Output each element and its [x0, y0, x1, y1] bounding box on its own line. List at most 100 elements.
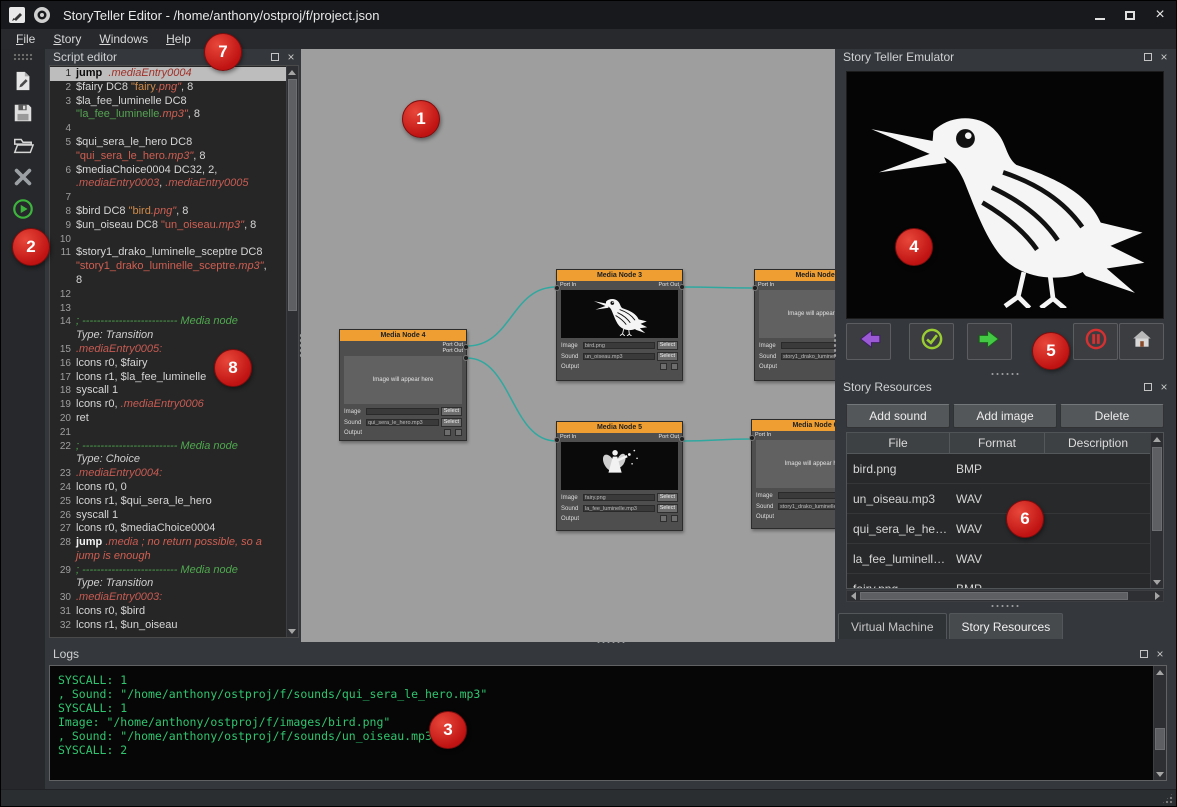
toolbar-open-button[interactable]	[9, 134, 37, 160]
emulator-home-button[interactable]	[1119, 323, 1164, 360]
node-option-icon[interactable]	[660, 515, 667, 522]
node-field-value[interactable]: story1_drako_luminelle_sceptre.mp3	[781, 353, 835, 360]
table-row[interactable]: fairy.pngBMP	[847, 574, 1163, 589]
input-port-dot[interactable]	[554, 437, 560, 443]
node-title[interactable]: Media Node 7	[755, 270, 835, 281]
splitter-handle[interactable]	[990, 604, 1020, 608]
node-field-value[interactable]: story1_drako_luminelle_sceptre.mp3	[778, 503, 835, 510]
script-line[interactable]: 13	[50, 302, 286, 316]
script-line[interactable]: 6$mediaChoice0004 DC32, 2,.mediaEntry000…	[50, 164, 286, 192]
scrollbar-thumb[interactable]	[1152, 447, 1162, 531]
logs-scrollbar[interactable]	[1153, 666, 1166, 780]
toolbar-save-button[interactable]	[9, 102, 37, 128]
script-line[interactable]: 26syscall 1	[50, 509, 286, 523]
node-field-value[interactable]: fairy.png	[583, 494, 655, 501]
resources-table[interactable]: FileFormatDescriptionbird.pngBMPun_oisea…	[846, 432, 1164, 589]
tab-virtual-machine[interactable]: Virtual Machine	[838, 613, 947, 639]
table-header-format[interactable]: Format	[950, 433, 1045, 453]
menu-item-file[interactable]: File	[7, 30, 44, 48]
script-line[interactable]: 10	[50, 233, 286, 247]
script-line[interactable]: 20ret	[50, 412, 286, 426]
float-panel-icon[interactable]	[269, 51, 281, 63]
scroll-up-icon[interactable]	[1151, 433, 1163, 445]
tab-story-resources[interactable]: Story Resources	[949, 613, 1064, 639]
output-port-dot[interactable]	[463, 355, 469, 361]
maximize-button[interactable]	[1118, 4, 1142, 26]
table-header-description[interactable]: Description	[1045, 433, 1152, 453]
menu-item-story[interactable]: Story	[44, 30, 90, 48]
script-line[interactable]: 5$qui_sera_le_hero DC8"qui_sera_le_hero.…	[50, 136, 286, 164]
graph-node[interactable]: Media Node 7Port InImage will appear her…	[754, 269, 835, 381]
node-select-button[interactable]: Select	[441, 418, 462, 427]
input-port-dot[interactable]	[749, 435, 755, 441]
node-select-button[interactable]: Select	[657, 352, 678, 361]
script-line[interactable]: 3$la_fee_luminelle DC8"la_fee_luminelle.…	[50, 95, 286, 123]
toolbar-grip[interactable]	[13, 53, 33, 61]
logs-output[interactable]: SYSCALL: 1, Sound: "/home/anthony/ostpro…	[49, 665, 1167, 781]
node-image-preview[interactable]	[561, 442, 678, 490]
splitter-handle[interactable]	[990, 372, 1020, 376]
table-row[interactable]: bird.pngBMP	[847, 454, 1163, 484]
float-panel-icon[interactable]	[1138, 648, 1150, 660]
scroll-down-icon[interactable]	[286, 625, 298, 637]
menu-item-windows[interactable]: Windows	[90, 30, 157, 48]
node-option-icon[interactable]	[671, 363, 678, 370]
script-line[interactable]: 7	[50, 191, 286, 205]
add-sound-button[interactable]: Add sound	[846, 404, 950, 428]
script-line[interactable]: 2$fairy DC8 "fairy.png", 8	[50, 81, 286, 95]
close-panel-icon[interactable]: ×	[1158, 51, 1170, 63]
script-line[interactable]: 22; -------------------------- Media nod…	[50, 440, 286, 468]
node-image-preview[interactable]	[561, 290, 678, 338]
emulator-back-button[interactable]	[846, 323, 891, 360]
title-bar[interactable]: StoryTeller Editor - /home/anthony/ostpr…	[1, 1, 1177, 29]
script-line[interactable]: 29; -------------------------- Media nod…	[50, 564, 286, 592]
output-port-dot[interactable]	[679, 436, 685, 442]
close-panel-icon[interactable]: ×	[1158, 381, 1170, 393]
output-port-dot[interactable]	[679, 284, 685, 290]
splitter-handle[interactable]	[299, 333, 303, 359]
splitter-handle[interactable]	[833, 333, 837, 359]
script-line[interactable]: 8$bird DC8 "bird.png", 8	[50, 205, 286, 219]
script-line[interactable]: 18syscall 1	[50, 384, 286, 398]
node-title[interactable]: Media Node 4	[340, 330, 466, 341]
node-field-value[interactable]	[781, 342, 835, 349]
add-image-button[interactable]: Add image	[953, 404, 1057, 428]
close-panel-icon[interactable]: ×	[1154, 648, 1166, 660]
script-line[interactable]: 1jump .mediaEntry0004	[50, 67, 286, 81]
script-line[interactable]: 14; -------------------------- Media nod…	[50, 315, 286, 343]
scroll-right-icon[interactable]	[1151, 590, 1163, 602]
table-header-file[interactable]: File	[847, 433, 950, 453]
script-line[interactable]: 15.mediaEntry0005:	[50, 343, 286, 357]
minimize-button[interactable]	[1088, 4, 1112, 26]
script-editor[interactable]: 1jump .mediaEntry00042$fairy DC8 "fairy.…	[49, 65, 299, 638]
table-row[interactable]: un_oiseau.mp3WAV	[847, 484, 1163, 514]
script-line[interactable]: 24lcons r0, 0	[50, 481, 286, 495]
scroll-down-icon[interactable]	[1151, 576, 1163, 588]
node-field-value[interactable]: un_oiseau.mp3	[583, 353, 655, 360]
emulator-confirm-button[interactable]	[909, 323, 954, 360]
graph-node[interactable]: Media Node 5Port InPort OutImagefairy.pn…	[556, 421, 683, 531]
node-option-icon[interactable]	[444, 429, 451, 436]
graph-node[interactable]: Media Node 3Port InPort OutImagebird.png…	[556, 269, 683, 381]
node-field-value[interactable]	[778, 492, 835, 499]
node-title[interactable]: Media Node 6	[752, 420, 835, 431]
node-select-button[interactable]: Select	[657, 341, 678, 350]
float-panel-icon[interactable]	[1142, 381, 1154, 393]
node-title[interactable]: Media Node 3	[557, 270, 682, 281]
node-select-button[interactable]: Select	[657, 504, 678, 513]
toolbar-run-button[interactable]	[9, 198, 37, 224]
node-option-icon[interactable]	[671, 515, 678, 522]
scroll-up-icon[interactable]	[1154, 666, 1166, 678]
scroll-left-icon[interactable]	[847, 590, 859, 602]
script-line[interactable]: 27lcons r0, $mediaChoice0004	[50, 522, 286, 536]
table-row[interactable]: la_fee_luminelle.mp3WAV	[847, 544, 1163, 574]
table-hscrollbar[interactable]	[846, 590, 1164, 602]
script-line[interactable]: 4	[50, 122, 286, 136]
node-title[interactable]: Media Node 5	[557, 422, 682, 433]
splitter-handle[interactable]	[596, 640, 626, 644]
graph-node[interactable]: Media Node 4Port OutPort OutImage will a…	[339, 329, 467, 441]
node-field-value[interactable]: qui_sera_le_hero.mp3	[366, 419, 439, 426]
graph-node[interactable]: Media Node 6Port InImage will appear her…	[751, 419, 835, 529]
output-port-dot[interactable]	[463, 344, 469, 350]
node-image-preview[interactable]: Image will appear here	[756, 440, 835, 488]
